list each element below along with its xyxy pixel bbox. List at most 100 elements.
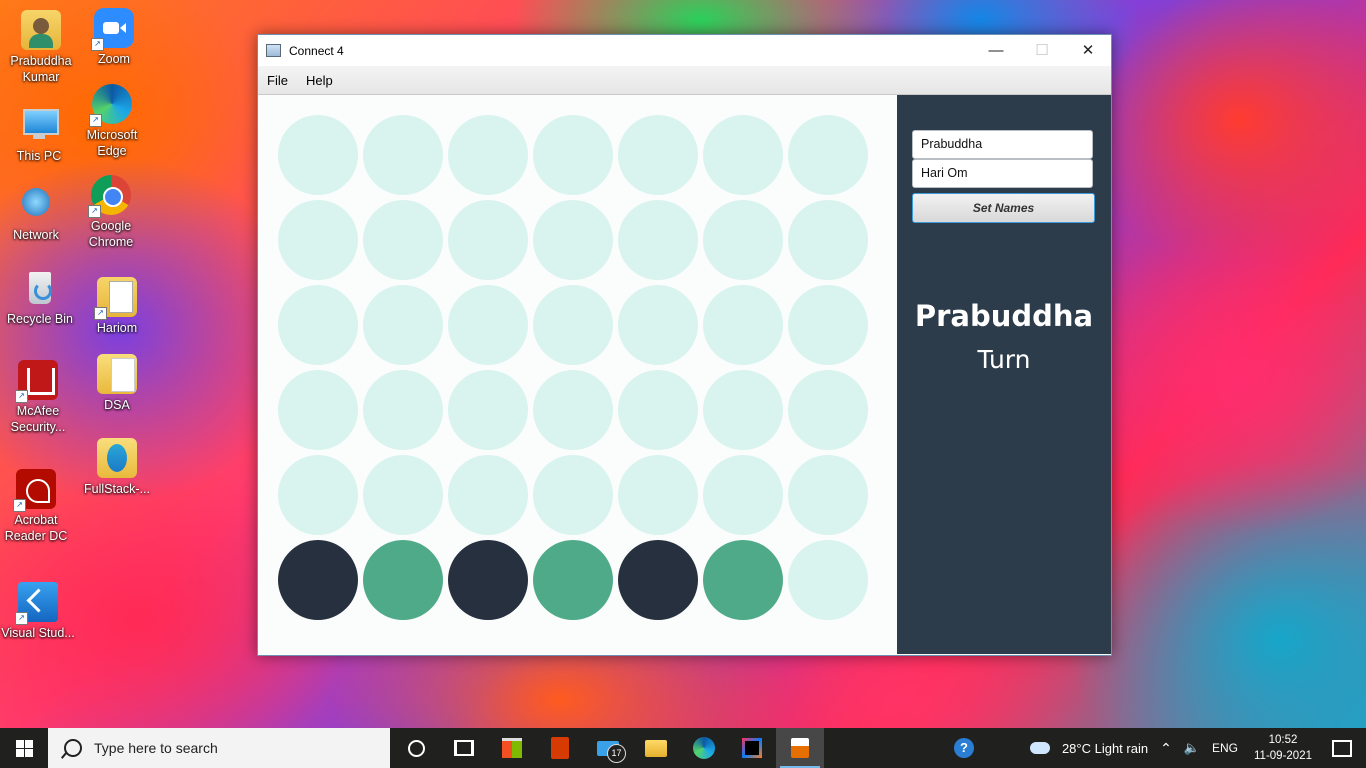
desktop-icon-hariom[interactable]: ↗ Hariom [79,277,155,336]
task-view-icon [454,740,474,756]
taskbar-search-box[interactable]: Type here to search [48,728,390,768]
desktop-icon-fullstack[interactable]: FullStack-... [79,438,155,497]
store-bag-icon [502,738,522,758]
board-slot[interactable] [448,200,528,280]
board-slot[interactable] [533,455,613,535]
board-slot[interactable] [703,285,783,365]
desktop-icon-network[interactable]: Network [0,184,74,243]
desktop-icon-label: Microsoft Edge [86,128,138,158]
board-slot[interactable] [533,540,613,620]
desktop-icon-edge[interactable]: ↗ Microsoft Edge [74,84,150,159]
taskbar-store[interactable] [488,728,536,768]
board-slot[interactable] [788,455,868,535]
desktop-icon-chrome[interactable]: ↗ Google Chrome [73,175,149,250]
current-player-name: Prabuddha [914,299,1094,333]
desktop-icon-user-folder[interactable]: Prabuddha Kumar [3,10,79,85]
board-slot[interactable] [618,285,698,365]
desktop-icon-label: DSA [104,398,130,412]
weather-text[interactable]: 28°C Light rain [1062,741,1148,756]
taskbar-file-explorer[interactable] [632,728,680,768]
taskbar-office[interactable] [536,728,584,768]
board-slot[interactable] [533,115,613,195]
start-button[interactable] [0,728,48,768]
desktop-icon-this-pc[interactable]: This PC [1,105,77,164]
desktop-icon-zoom[interactable]: ↗ Zoom [76,8,152,67]
board-slot[interactable] [618,200,698,280]
desktop-icon-label: FullStack-... [84,482,150,496]
board-slot[interactable] [703,540,783,620]
java-cup-icon [791,738,809,758]
taskbar-mail[interactable]: 17 [584,728,632,768]
network-icon [16,184,56,224]
speaker-icon[interactable]: 🔈 [1184,740,1200,756]
desktop-icon-acrobat[interactable]: ↗ Acrobat Reader DC [0,469,74,544]
board-slot[interactable] [448,370,528,450]
player-two-name-input[interactable]: Hari Om [912,159,1093,188]
taskbar-java-app[interactable] [776,728,824,768]
desktop-icon-label: Recycle Bin [7,312,73,326]
maximize-button: ☐ [1035,42,1049,59]
board-slot[interactable] [363,370,443,450]
board-slot[interactable] [788,540,868,620]
notification-icon[interactable] [1332,739,1352,757]
board-slot[interactable] [703,370,783,450]
board-slot[interactable] [278,370,358,450]
vscode-icon: ↗ [15,582,58,625]
board-slot[interactable] [618,455,698,535]
board-slot[interactable] [618,115,698,195]
board-slot[interactable] [363,455,443,535]
board-slot[interactable] [363,540,443,620]
weather-cloud-icon [1029,742,1050,754]
side-panel: Prabuddha Hari Om Set Names Prabuddha Tu… [897,95,1111,654]
set-names-button[interactable]: Set Names [912,193,1095,223]
desktop-icon-vscode[interactable]: ↗ Visual Stud... [0,582,76,641]
board-slot[interactable] [618,370,698,450]
desktop-icon-recycle-bin[interactable]: Recycle Bin [2,268,78,327]
board-slot[interactable] [278,200,358,280]
close-button[interactable]: ✕ [1065,35,1111,65]
board-slot[interactable] [703,455,783,535]
menu-help[interactable]: Help [297,73,342,88]
window-titlebar[interactable]: Connect 4 — ☐ ✕ [258,35,1111,66]
board-slot[interactable] [533,285,613,365]
minimize-button[interactable]: — [973,35,1019,65]
board-slot[interactable] [448,455,528,535]
board-slot[interactable] [448,540,528,620]
board-slot[interactable] [278,455,358,535]
folder-icon [97,438,137,478]
menu-file[interactable]: File [258,73,297,88]
board-slot[interactable] [363,200,443,280]
language-indicator[interactable]: ENG [1212,741,1238,755]
board-slot[interactable] [448,285,528,365]
desktop-icon-label: Google Chrome [88,219,134,249]
board-slot[interactable] [363,285,443,365]
board-slot[interactable] [788,285,868,365]
board-slot[interactable] [788,370,868,450]
connect4-window: Connect 4 — ☐ ✕ File Help Prabuddha Hari… [257,34,1112,656]
board-slot[interactable] [533,370,613,450]
task-view-button[interactable] [440,728,488,768]
zoom-icon: ↗ [91,8,134,51]
board-slot[interactable] [703,200,783,280]
desktop-icon-mcafee[interactable]: ↗ McAfee Security... [0,360,76,435]
board-slot[interactable] [278,285,358,365]
game-board[interactable] [258,95,897,654]
board-slot[interactable] [278,115,358,195]
help-icon[interactable]: ? [953,738,974,758]
board-slot[interactable] [618,540,698,620]
clock-time: 10:52 [1268,734,1298,746]
board-slot[interactable] [448,115,528,195]
board-slot[interactable] [363,115,443,195]
board-slot[interactable] [533,200,613,280]
board-slot[interactable] [278,540,358,620]
board-slot[interactable] [788,115,868,195]
chevron-up-icon[interactable]: ⌃ [1160,740,1172,757]
board-slot[interactable] [703,115,783,195]
cortana-button[interactable] [392,728,440,768]
board-slot[interactable] [788,200,868,280]
clock[interactable]: 10:52 11-09-2021 [1254,732,1312,764]
desktop-icon-dsa[interactable]: DSA [79,354,155,413]
player-one-name-input[interactable]: Prabuddha [912,130,1093,159]
taskbar-edge[interactable] [680,728,728,768]
taskbar-intellij[interactable] [728,728,776,768]
